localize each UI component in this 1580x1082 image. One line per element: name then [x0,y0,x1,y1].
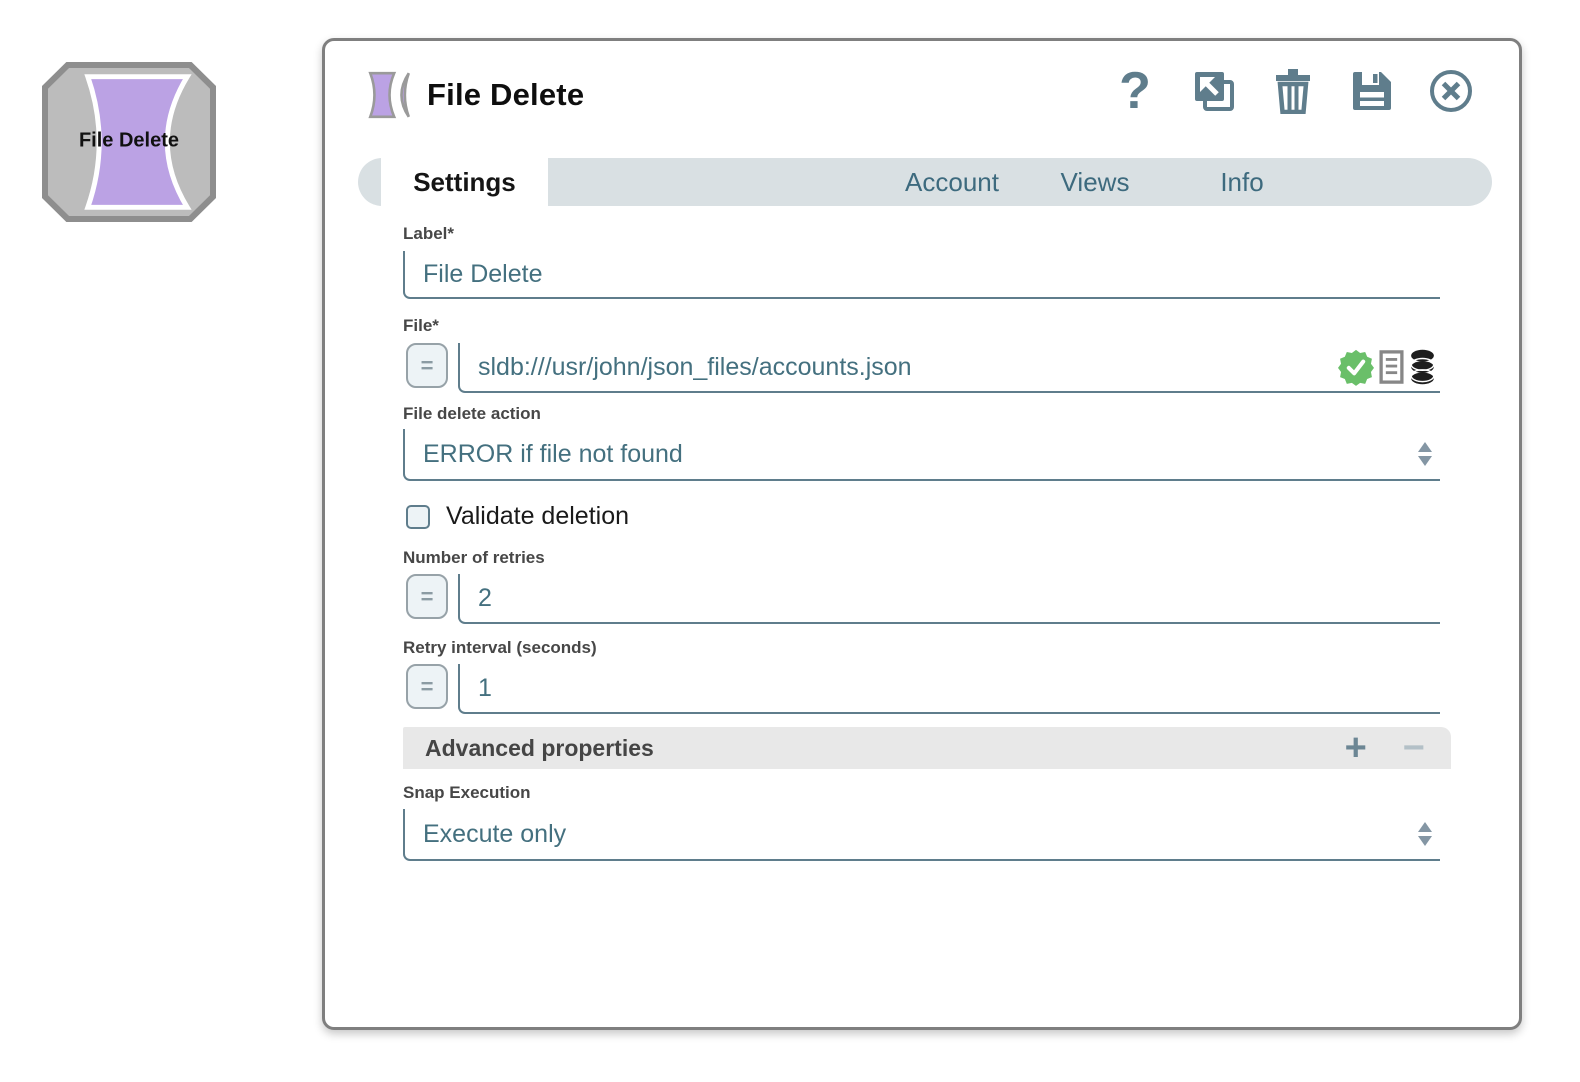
file-delete-action-value: ERROR if file not found [423,440,683,469]
file-expression-toggle[interactable]: = [406,343,448,388]
expand-icon[interactable]: + [1345,729,1367,767]
help-icon: ? [1119,65,1151,117]
tab-account[interactable]: Account [905,158,999,206]
snap-mini-icon [363,69,415,121]
snap-execution-value: Execute only [423,820,566,849]
file-delete-action-select[interactable]: ERROR if file not found [403,429,1440,481]
snap-execution-select[interactable]: Execute only [403,809,1440,861]
tab-settings[interactable]: Settings [381,158,548,206]
label-input[interactable]: File Delete [403,251,1440,299]
file-input-value: sldb:///usr/john/json_files/accounts.jso… [478,353,912,382]
help-button[interactable]: ? [1111,67,1159,115]
tab-info[interactable]: Info [1220,158,1263,206]
select-spinner-icon [1418,442,1432,466]
tab-views[interactable]: Views [1061,158,1130,206]
file-input[interactable]: sldb:///usr/john/json_files/accounts.jso… [458,343,1440,393]
snap-tile-face: File Delete [48,68,210,216]
collapse-icon[interactable]: − [1403,729,1425,767]
save-floppy-icon [1349,68,1395,114]
suggest-list-icon[interactable] [1379,350,1404,384]
open-reference-button[interactable] [1190,67,1238,115]
close-icon [1428,68,1474,114]
save-button[interactable] [1348,67,1396,115]
dialog-header-actions: ? [1111,67,1475,115]
number-of-retries-value: 2 [478,584,492,613]
validate-deletion-row: Validate deletion [406,502,629,531]
snap-execution-label: Snap Execution [403,783,531,803]
file-field-icons [1338,348,1436,386]
retry-interval-expression-toggle[interactable]: = [406,664,448,709]
pipeline-canvas: File Delete File Delete ? [0,0,1580,1082]
retry-interval-label: Retry interval (seconds) [403,638,597,658]
canvas-snap-file-delete[interactable]: File Delete [42,62,216,222]
label-field-label: Label* [403,224,454,244]
delete-snap-button[interactable] [1269,67,1317,115]
number-of-retries-input[interactable]: 2 [458,574,1440,624]
tab-bar: Settings Account Views Info [358,158,1492,206]
snap-tile-label: File Delete [48,130,210,153]
validate-deletion-checkbox[interactable] [406,505,430,529]
validation-success-seal-icon [1338,348,1374,386]
advanced-properties-header: Advanced properties + − [403,727,1451,769]
retries-expression-toggle[interactable]: = [406,574,448,619]
open-in-new-icon [1191,68,1237,114]
file-field-label: File* [403,316,439,336]
number-of-retries-label: Number of retries [403,548,545,568]
trash-icon [1270,68,1316,114]
file-delete-action-label: File delete action [403,404,541,424]
database-browse-icon[interactable] [1409,349,1436,385]
label-input-value: File Delete [423,260,543,289]
validate-deletion-label: Validate deletion [446,502,629,531]
select-spinner-icon [1418,822,1432,846]
snap-settings-dialog: File Delete ? [322,38,1522,1030]
close-dialog-button[interactable] [1427,67,1475,115]
dialog-title: File Delete [427,77,584,113]
retry-interval-input[interactable]: 1 [458,664,1440,714]
retry-interval-value: 1 [478,674,492,703]
advanced-properties-title: Advanced properties [425,735,1345,762]
